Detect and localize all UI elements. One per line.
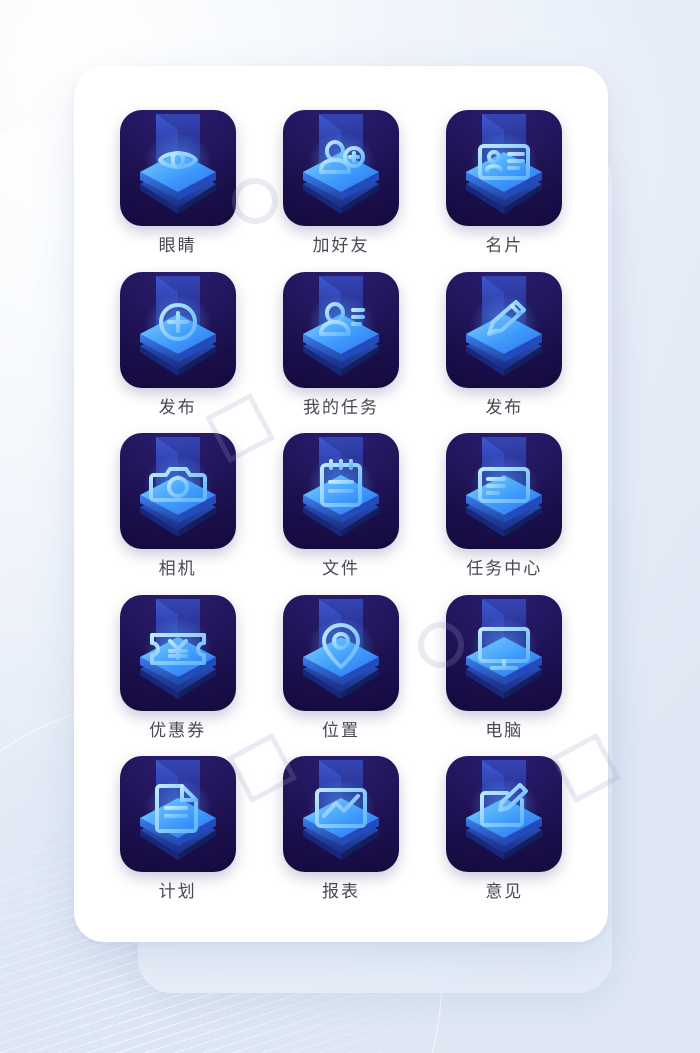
icon-label: 电脑	[485, 720, 524, 740]
icon-tile[interactable]	[446, 110, 563, 226]
grid-item[interactable]: 加好友	[259, 110, 422, 272]
icon-tile[interactable]	[446, 756, 563, 873]
icon-label: 位置	[321, 720, 360, 740]
icon-label: 眼睛	[158, 236, 197, 255]
icon-label: 文件	[321, 559, 360, 579]
icon-tile[interactable]	[446, 271, 563, 388]
icon-label: 我的任务	[302, 397, 379, 417]
grid-item[interactable]: 报表	[259, 756, 422, 918]
grid-item[interactable]: 名片	[423, 110, 586, 272]
icon-tile[interactable]	[282, 110, 399, 226]
grid-item[interactable]: 电脑	[423, 594, 586, 757]
icon-label: 优惠券	[149, 720, 207, 740]
grid-item[interactable]: 发布	[96, 271, 259, 434]
grid-item[interactable]: 优惠券	[96, 594, 259, 757]
icon-tile[interactable]	[282, 433, 399, 550]
icon-tile[interactable]	[446, 594, 563, 711]
icon-card-panel: 眼睛 加好友 名片 发布 我的任务 发布 相机 文件 任务中心 优惠券 位置 电…	[74, 66, 608, 942]
icon-tile[interactable]	[282, 594, 399, 711]
icon-label: 名片	[485, 236, 524, 255]
icon-tile[interactable]	[282, 756, 399, 873]
icon-label: 报表	[321, 882, 360, 902]
grid-item[interactable]: 位置	[259, 594, 422, 757]
icon-label: 计划	[158, 882, 197, 902]
icon-label: 加好友	[312, 236, 370, 255]
grid-item[interactable]: 任务中心	[423, 433, 586, 595]
icon-tile[interactable]	[119, 271, 236, 388]
icon-tile[interactable]	[119, 756, 236, 873]
icon-label: 相机	[158, 559, 197, 579]
icon-label: 发布	[158, 397, 197, 417]
screen: 眼睛 加好友 名片 发布 我的任务 发布 相机 文件 任务中心 优惠券 位置 电…	[0, 0, 700, 1053]
icon-tile[interactable]	[282, 271, 399, 388]
grid-item[interactable]: 眼睛	[96, 110, 259, 272]
icon-tile[interactable]	[119, 594, 236, 711]
grid-item[interactable]: 意见	[423, 756, 586, 918]
icon-grid: 眼睛 加好友 名片 发布 我的任务 发布 相机 文件 任务中心 优惠券 位置 电…	[74, 66, 608, 942]
grid-item[interactable]: 我的任务	[259, 271, 422, 434]
grid-item[interactable]: 文件	[259, 433, 422, 595]
icon-label: 意见	[485, 882, 524, 902]
icon-tile[interactable]	[119, 110, 236, 226]
grid-item[interactable]: 相机	[96, 433, 259, 595]
grid-item[interactable]: 计划	[96, 756, 259, 918]
icon-label: 任务中心	[466, 559, 543, 579]
grid-item[interactable]: 发布	[423, 271, 586, 434]
icon-tile[interactable]	[119, 433, 236, 550]
icon-label: 发布	[485, 397, 524, 417]
icon-tile[interactable]	[446, 433, 563, 550]
